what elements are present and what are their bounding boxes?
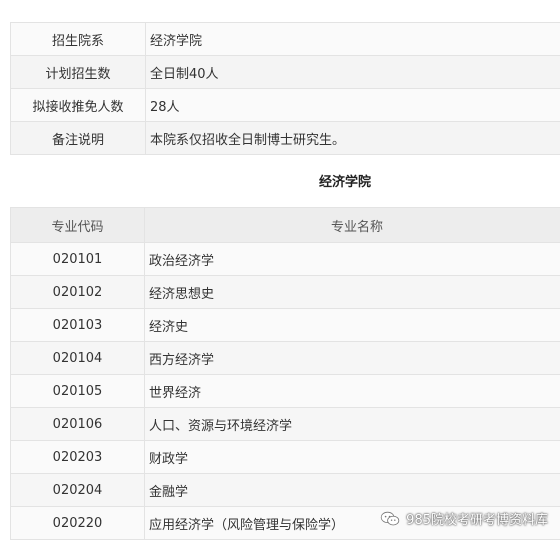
major-code: 020106 bbox=[10, 407, 145, 441]
info-value: 全日制40人 bbox=[145, 55, 560, 89]
watermark-text: 985院校考研考博资料库 bbox=[406, 513, 548, 528]
major-name: 经济史 bbox=[144, 308, 560, 342]
watermark: 985院校考研考博资料库 bbox=[380, 509, 548, 528]
column-header-code: 专业代码 bbox=[10, 207, 145, 243]
info-value: 28人 bbox=[145, 88, 560, 122]
info-row: 备注说明 本院系仅招收全日制博士研究生。 bbox=[10, 121, 560, 155]
info-label: 拟接收推免人数 bbox=[10, 88, 146, 122]
table-row: 020203 财政学 bbox=[10, 440, 560, 474]
majors-table: 专业代码 专业名称 020101 政治经济学 020102 经济思想史 0201… bbox=[10, 207, 560, 540]
table-row: 020103 经济史 bbox=[10, 308, 560, 342]
table-row: 020105 世界经济 bbox=[10, 374, 560, 408]
info-row: 招生院系 经济学院 bbox=[10, 22, 560, 56]
major-code: 020104 bbox=[10, 341, 145, 375]
info-row: 计划招生数 全日制40人 bbox=[10, 55, 560, 89]
major-code: 020203 bbox=[10, 440, 145, 474]
info-value: 本院系仅招收全日制博士研究生。 bbox=[145, 121, 560, 155]
table-header-row: 专业代码 专业名称 bbox=[10, 207, 560, 243]
info-label: 备注说明 bbox=[10, 121, 146, 155]
major-code: 020101 bbox=[10, 242, 145, 276]
info-label: 计划招生数 bbox=[10, 55, 146, 89]
info-row: 拟接收推免人数 28人 bbox=[10, 88, 560, 122]
wechat-icon bbox=[380, 511, 400, 525]
major-name: 西方经济学 bbox=[144, 341, 560, 375]
table-row: 020204 金融学 bbox=[10, 473, 560, 507]
major-code: 020102 bbox=[10, 275, 145, 309]
major-name: 世界经济 bbox=[144, 374, 560, 408]
table-row: 020106 人口、资源与环境经济学 bbox=[10, 407, 560, 441]
column-header-name: 专业名称 bbox=[144, 207, 560, 243]
major-code: 020103 bbox=[10, 308, 145, 342]
info-value: 经济学院 bbox=[145, 22, 560, 56]
major-name: 政治经济学 bbox=[144, 242, 560, 276]
table-row: 020101 政治经济学 bbox=[10, 242, 560, 276]
major-code: 020105 bbox=[10, 374, 145, 408]
major-code: 020204 bbox=[10, 473, 145, 507]
major-code: 020220 bbox=[10, 506, 145, 540]
enrollment-info-table: 招生院系 经济学院 计划招生数 全日制40人 拟接收推免人数 28人 备注说明 … bbox=[10, 22, 560, 155]
major-name: 财政学 bbox=[144, 440, 560, 474]
major-name: 人口、资源与环境经济学 bbox=[144, 407, 560, 441]
section-title: 经济学院 bbox=[318, 175, 371, 190]
table-row: 020104 西方经济学 bbox=[10, 341, 560, 375]
table-row: 020102 经济思想史 bbox=[10, 275, 560, 309]
major-name: 经济思想史 bbox=[144, 275, 560, 309]
info-label: 招生院系 bbox=[10, 22, 146, 56]
major-name: 金融学 bbox=[144, 473, 560, 507]
